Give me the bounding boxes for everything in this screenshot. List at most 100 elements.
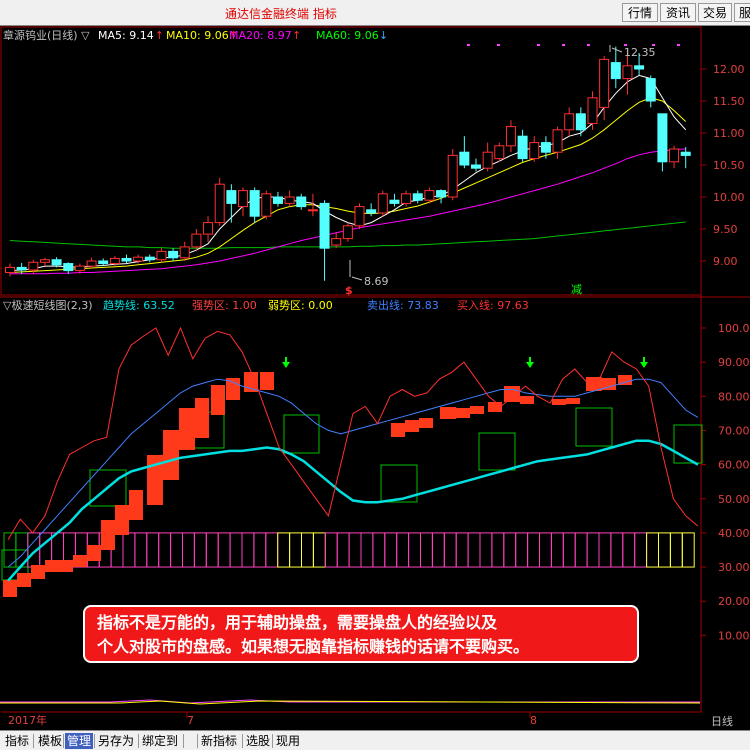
period-label[interactable]: 日线	[711, 714, 733, 728]
date-label-july: 7	[187, 714, 194, 727]
candle	[226, 184, 237, 223]
sell-signal-mark: 减	[571, 283, 582, 296]
candle	[529, 136, 540, 162]
tab-bind-to[interactable]: 绑定到	[140, 733, 180, 749]
ma-trend-arrow-3: ↓	[379, 29, 388, 42]
tab-select-stock[interactable]: 选股	[244, 733, 272, 749]
strong-zone-block	[405, 420, 419, 432]
high-annotation: 12.35	[609, 45, 656, 59]
candle	[610, 46, 621, 89]
zone-bar	[253, 532, 267, 568]
indicator-label-1: 强势区: 1.00	[192, 299, 257, 312]
zone-bar	[562, 532, 576, 568]
zone-bar	[586, 532, 600, 568]
indicator-title[interactable]: ▽极速短线图(2,3)	[3, 298, 93, 312]
ma-trend-arrow-0: ↑	[155, 29, 164, 42]
signal-dot	[562, 44, 565, 46]
zone-bar	[420, 532, 433, 568]
zone-bar	[622, 532, 636, 568]
zone-bar	[360, 532, 374, 568]
zone-bar	[229, 532, 243, 568]
strong-zone-block	[470, 406, 484, 414]
zone-bar	[134, 532, 148, 568]
ma-label-3: MA60: 9.06	[316, 29, 379, 42]
zone-bar	[658, 532, 671, 568]
candle	[680, 147, 691, 169]
signal-dot	[587, 44, 590, 46]
indicator-tick-label: 90.00	[718, 356, 750, 369]
news-button[interactable]: 资讯	[660, 3, 696, 22]
indicator-tick-label: 70.00	[718, 424, 750, 437]
high-price-label: 12.35	[624, 46, 656, 59]
signal-dot	[467, 44, 470, 46]
strong-zone-block	[87, 545, 101, 561]
zone-bar	[312, 532, 326, 568]
strong-zone-block	[129, 490, 143, 520]
strong-zone-block	[456, 408, 470, 418]
zone-bar	[336, 532, 350, 568]
zone-bar	[372, 532, 386, 568]
zone-bar	[158, 532, 172, 568]
zone-bar	[182, 532, 195, 568]
strong-zone-block	[179, 408, 195, 450]
candle	[436, 189, 447, 204]
trade-button[interactable]: 交易	[698, 3, 732, 22]
price-tick-label: 10.00	[713, 191, 745, 204]
candle	[575, 107, 586, 137]
zone-bar	[515, 532, 529, 568]
zone-box	[575, 407, 613, 447]
ma-trend-arrow-2: ↑	[292, 29, 301, 42]
tab-indicator[interactable]: 指标	[3, 733, 31, 749]
candle	[564, 107, 575, 137]
strong-zone-block	[73, 555, 87, 567]
tab-in-use[interactable]: 现用	[274, 733, 302, 749]
candle	[377, 190, 388, 217]
zone-bar	[122, 532, 136, 568]
candle	[354, 203, 365, 229]
indicator-tick-label: 40.00	[718, 527, 750, 540]
strong-zone-block	[45, 560, 59, 572]
low-annotation: 8.69	[349, 260, 389, 288]
zone-bar	[574, 532, 588, 568]
quotes-button[interactable]: 行情	[622, 3, 658, 22]
indicator-tick-label: 20.00	[718, 595, 750, 608]
ma-label-0: MA5: 9.14	[98, 29, 154, 42]
strong-zone-block	[260, 372, 274, 390]
stock-title[interactable]: 章源钨业(日线) ▽	[3, 28, 90, 42]
candle	[179, 241, 190, 261]
strong-zone-block	[211, 385, 225, 415]
tab-template[interactable]: 模板	[36, 733, 64, 749]
ma-legend: MA5: 9.14 ↑ MA10: 9.06 ↑MA20: 8.97 ↑ MA60: 9.…	[98, 29, 388, 42]
zone-bar	[634, 532, 648, 568]
tab-manage[interactable]: 管理	[65, 733, 94, 749]
candle	[272, 191, 283, 207]
indicator-tick-label: 10.00	[718, 629, 750, 642]
candle	[238, 187, 248, 217]
signal-dot	[497, 44, 500, 46]
candle	[669, 145, 680, 169]
candle	[121, 254, 132, 264]
tab-new-indicator[interactable]: 新指标	[199, 733, 239, 749]
candle	[366, 203, 377, 217]
candle	[86, 257, 97, 269]
price-tick-label: 9.00	[713, 255, 738, 268]
zone-bar	[539, 532, 552, 568]
price-tick-label: 9.50	[713, 223, 738, 236]
candle	[284, 190, 295, 207]
service-button[interactable]: 服	[734, 3, 750, 22]
tab-save-as[interactable]: 另存为	[96, 733, 136, 749]
candle	[552, 126, 563, 159]
price-axis: 12.00 11.50 11.00 10.50 10.00 9.50 9.00	[701, 63, 745, 268]
sell-arrows	[282, 357, 648, 368]
indicator-tick-label: 30.00	[718, 561, 750, 574]
zone-bar	[431, 532, 445, 568]
candle	[168, 248, 179, 261]
ma-label-1: MA10: 9.06	[166, 29, 229, 42]
zone-bar	[265, 532, 279, 568]
bottom-tab-bar: 指标 模板 管理 另存为 绑定到 新指标 选股 现用	[0, 730, 750, 750]
zone-box	[478, 432, 516, 471]
indicator-label-4: 买入线: 97.63	[457, 298, 529, 312]
candle	[482, 142, 493, 172]
candle	[144, 254, 155, 263]
zone-bar	[289, 532, 303, 568]
